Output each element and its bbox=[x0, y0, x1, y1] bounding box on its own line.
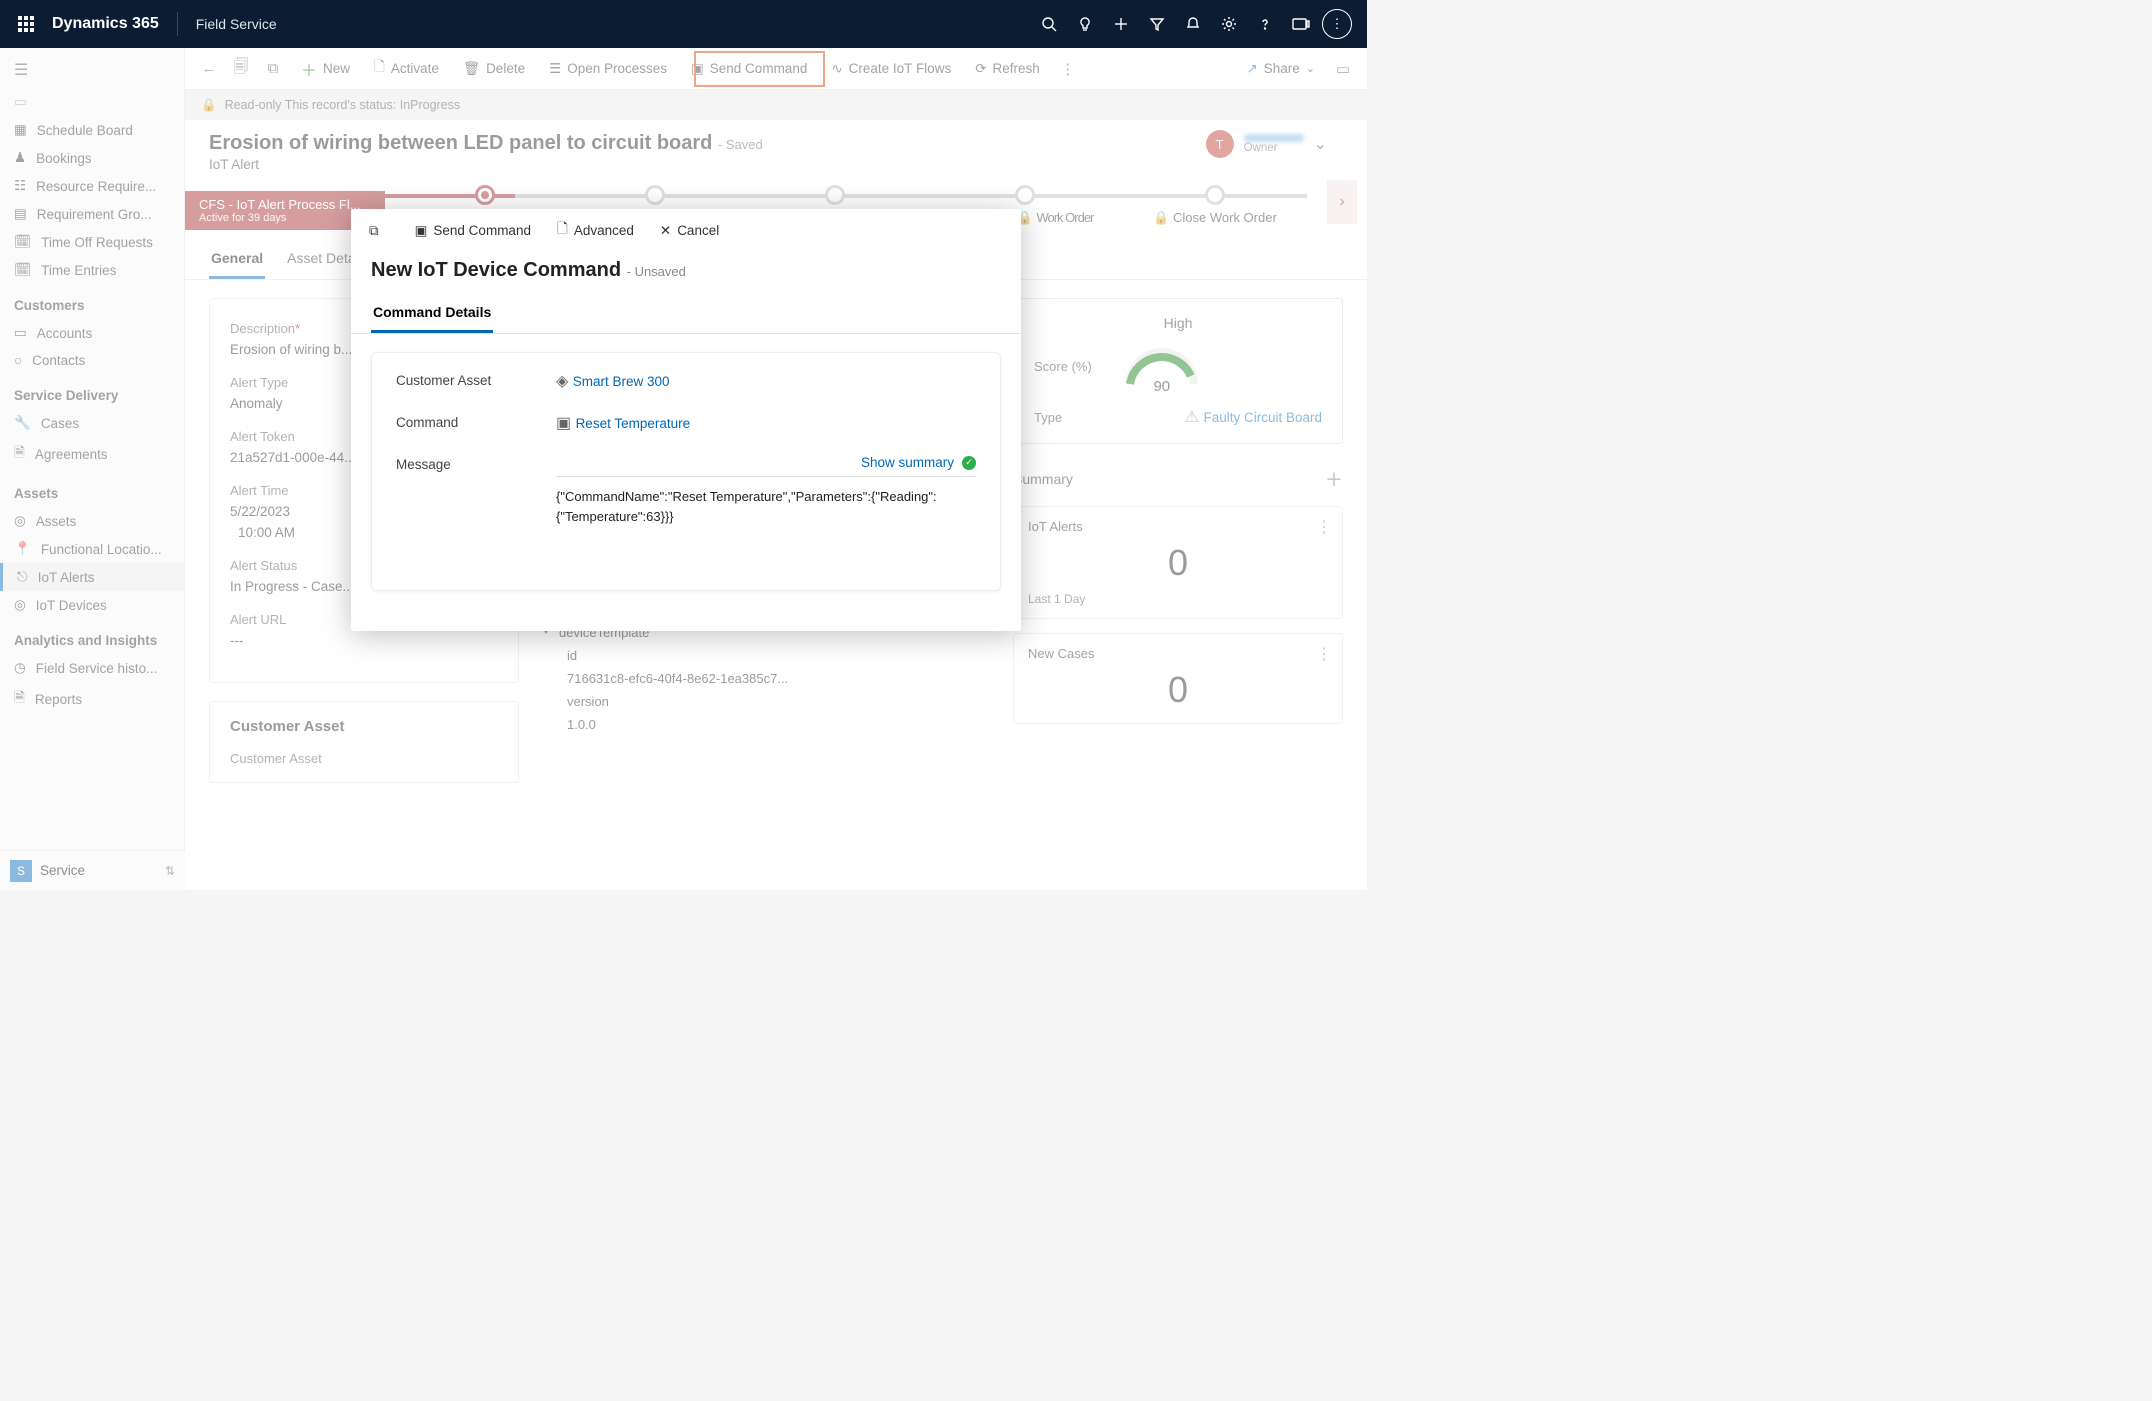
dialog-form-card: Customer Asset ◈ Smart Brew 300 Command … bbox=[371, 352, 1001, 591]
lbl-command: Command bbox=[396, 413, 536, 430]
dialog-advanced-button[interactable]: 🗋Advanced bbox=[547, 215, 644, 246]
lbl-customer-asset: Customer Asset bbox=[396, 371, 536, 388]
message-textarea[interactable]: {"CommandName":"Reset Temperature","Para… bbox=[556, 477, 976, 526]
plus-icon[interactable] bbox=[1103, 6, 1139, 42]
lightbulb-icon[interactable] bbox=[1067, 6, 1103, 42]
dialog-tabs: Command Details bbox=[351, 292, 1021, 334]
assistant-icon[interactable] bbox=[1283, 6, 1319, 42]
gear-icon[interactable] bbox=[1211, 6, 1247, 42]
dialog-send-button[interactable]: ▣Send Command bbox=[405, 219, 541, 243]
dialog-unsaved: - Unsaved bbox=[627, 264, 686, 279]
dialog-popout-icon[interactable]: ⧉ bbox=[365, 219, 383, 243]
dialog-tab-command-details[interactable]: Command Details bbox=[371, 298, 493, 333]
dialog-cancel-button[interactable]: ✕Cancel bbox=[650, 219, 729, 243]
global-topbar: Dynamics 365 Field Service ⋮ bbox=[0, 0, 1367, 48]
app-name[interactable]: Field Service bbox=[196, 16, 277, 32]
check-icon: ✓ bbox=[962, 456, 976, 470]
send-command-dialog: ⧉ ▣Send Command 🗋Advanced ✕Cancel New Io… bbox=[351, 209, 1021, 631]
val-command[interactable]: Reset Temperature bbox=[576, 416, 691, 431]
dialog-title: New IoT Device Command - Unsaved bbox=[371, 259, 1001, 282]
val-customer-asset[interactable]: Smart Brew 300 bbox=[573, 374, 670, 389]
filter-icon[interactable] bbox=[1139, 6, 1175, 42]
user-avatar[interactable]: ⋮ bbox=[1319, 6, 1355, 42]
app-launcher-icon[interactable] bbox=[12, 10, 40, 38]
search-icon[interactable] bbox=[1031, 6, 1067, 42]
dialog-command-bar: ⧉ ▣Send Command 🗋Advanced ✕Cancel bbox=[351, 209, 1021, 253]
divider bbox=[177, 12, 178, 36]
help-icon[interactable] bbox=[1247, 6, 1283, 42]
brand-label: Dynamics 365 bbox=[52, 15, 159, 33]
show-summary-link[interactable]: Show summary bbox=[861, 455, 954, 470]
bell-icon[interactable] bbox=[1175, 6, 1211, 42]
lbl-message: Message bbox=[396, 455, 536, 472]
